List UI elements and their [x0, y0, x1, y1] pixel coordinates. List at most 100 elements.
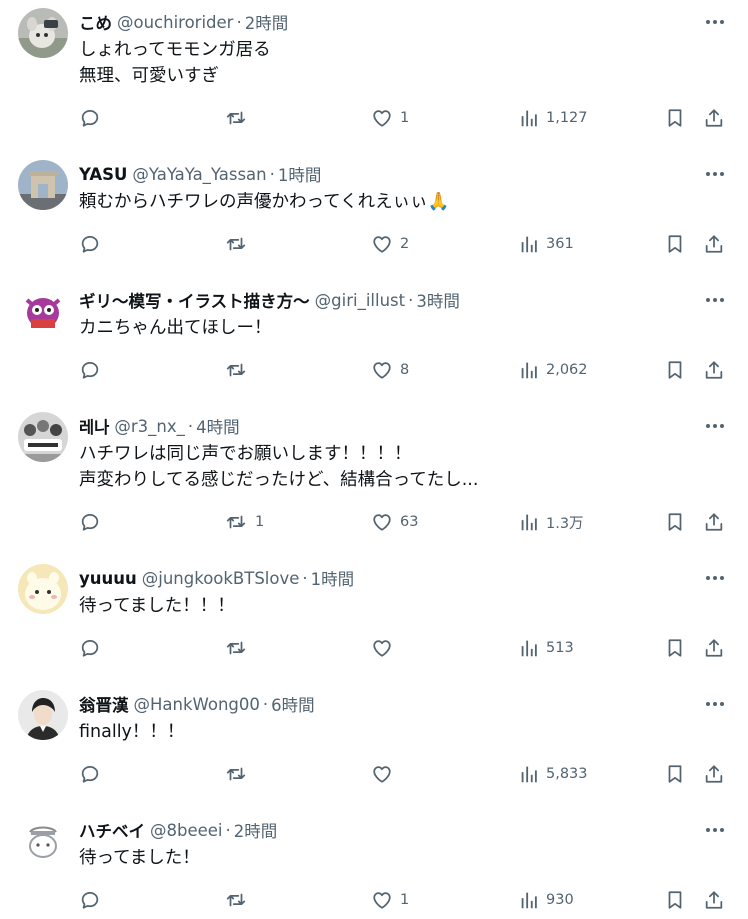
bookmark-button[interactable]	[664, 232, 686, 256]
like-button[interactable]	[371, 762, 400, 786]
reply-icon	[81, 513, 99, 531]
display-name[interactable]: yuuuu	[79, 569, 137, 588]
repost-button[interactable]	[224, 232, 255, 256]
reply-item[interactable]: 翁晋漢 @HankWong00 · 6時間 finally！！！ 5,833	[0, 682, 748, 796]
reply-button[interactable]	[79, 762, 108, 786]
timestamp[interactable]: 2時間	[245, 10, 289, 34]
separator-dot: ·	[408, 290, 414, 310]
share-button[interactable]	[703, 636, 725, 660]
reply-button[interactable]	[79, 232, 108, 256]
share-button[interactable]	[703, 762, 725, 786]
more-button[interactable]	[700, 288, 730, 312]
like-button[interactable]: 2	[371, 232, 409, 256]
repost-button[interactable]	[224, 636, 255, 660]
more-button[interactable]	[700, 818, 730, 842]
display-name[interactable]: ギリ～模写・イラスト描き方～	[79, 288, 310, 312]
timestamp[interactable]: 6時間	[271, 692, 315, 716]
reply-button[interactable]	[79, 888, 108, 912]
reply-item[interactable]: 레나 @r3_nx_ · 4時間 ハチワレは同じ声でお願いします！！！！ 声変わ…	[0, 404, 748, 544]
share-button[interactable]	[703, 888, 725, 912]
reply-header: 翁晋漢 @HankWong00 · 6時間	[79, 692, 315, 716]
display-name[interactable]: YASU	[79, 165, 127, 184]
reply-item[interactable]: こめ @ouchirorider · 2時間 しょれってモモンガ居る 無理、可愛…	[0, 0, 748, 140]
bookmark-button[interactable]	[664, 358, 686, 382]
more-button[interactable]	[700, 566, 730, 590]
repost-button[interactable]: 1	[224, 510, 264, 534]
display-name[interactable]: ハチベイ	[79, 818, 145, 842]
action-bar: 2 361	[0, 232, 748, 256]
more-button[interactable]	[700, 414, 730, 438]
display-name[interactable]: 레나	[79, 414, 109, 438]
views-button[interactable]: 1,127	[519, 106, 588, 130]
repost-button[interactable]	[224, 106, 255, 130]
reply-button[interactable]	[79, 358, 108, 382]
reply-text: finally！！！	[79, 719, 719, 745]
avatar[interactable]	[18, 564, 68, 614]
share-button[interactable]	[703, 232, 725, 256]
views-button[interactable]: 5,833	[519, 762, 588, 786]
reply-icon	[81, 639, 99, 657]
views-button[interactable]: 1.3万	[519, 510, 584, 534]
user-handle[interactable]: @r3_nx_	[114, 417, 185, 436]
bookmark-button[interactable]	[664, 106, 686, 130]
timestamp[interactable]: 1時間	[311, 566, 355, 590]
more-button[interactable]	[700, 162, 730, 186]
user-handle[interactable]: @giri_illust	[315, 291, 405, 310]
views-button[interactable]: 513	[519, 636, 574, 660]
like-button[interactable]: 8	[371, 358, 409, 382]
like-button[interactable]	[371, 636, 400, 660]
avatar[interactable]	[18, 816, 68, 866]
avatar[interactable]	[18, 286, 68, 336]
reply-text-line: 頼むからハチワレの声優かわってくれえぃぃ🙏	[79, 192, 450, 212]
display-name[interactable]: 翁晋漢	[79, 692, 129, 716]
avatar[interactable]	[18, 690, 68, 740]
reply-button[interactable]	[79, 510, 108, 534]
repost-button[interactable]	[224, 358, 255, 382]
display-name[interactable]: こめ	[79, 10, 112, 34]
timestamp[interactable]: 1時間	[278, 162, 322, 186]
share-button[interactable]	[703, 106, 725, 130]
user-handle[interactable]: @jungkookBTSlove	[142, 569, 300, 588]
bookmark-button[interactable]	[664, 510, 686, 534]
reply-text-line: ハチワレは同じ声でお願いします！！！！	[79, 444, 412, 464]
views-button[interactable]: 2,062	[519, 358, 588, 382]
avatar[interactable]	[18, 160, 68, 210]
views-count: 5,833	[546, 766, 588, 782]
like-button[interactable]: 1	[371, 106, 409, 130]
reply-button[interactable]	[79, 106, 108, 130]
bookmark-button[interactable]	[664, 762, 686, 786]
like-count: 8	[400, 362, 410, 378]
reply-item[interactable]: ギリ～模写・イラスト描き方～ @giri_illust · 3時間 カニちゃん出…	[0, 278, 748, 392]
repost-button[interactable]	[224, 888, 255, 912]
share-icon	[705, 109, 723, 127]
share-button[interactable]	[703, 510, 725, 534]
user-handle[interactable]: @8beeei	[150, 821, 223, 840]
avatar[interactable]	[18, 412, 68, 462]
timestamp[interactable]: 4時間	[196, 414, 240, 438]
user-handle[interactable]: @YaYaYa_Yassan	[132, 165, 266, 184]
more-button[interactable]	[700, 692, 730, 716]
repost-button[interactable]	[224, 762, 255, 786]
views-button[interactable]: 361	[519, 232, 574, 256]
timestamp[interactable]: 3時間	[416, 288, 460, 312]
timestamp[interactable]: 2時間	[234, 818, 278, 842]
bookmark-button[interactable]	[664, 636, 686, 660]
bookmark-button[interactable]	[664, 888, 686, 912]
more-icon	[706, 576, 724, 580]
like-button[interactable]: 1	[371, 888, 409, 912]
more-button[interactable]	[700, 10, 730, 34]
user-handle[interactable]: @ouchirorider	[117, 13, 233, 32]
reply-button[interactable]	[79, 636, 108, 660]
share-button[interactable]	[703, 358, 725, 382]
like-icon	[373, 110, 391, 127]
reply-item[interactable]: yuuuu @jungkookBTSlove · 1時間 待ってました！！！ 5…	[0, 556, 748, 670]
like-button[interactable]: 63	[371, 510, 418, 534]
bookmark-icon	[668, 109, 682, 127]
views-button[interactable]: 930	[519, 888, 574, 912]
user-handle[interactable]: @HankWong00	[134, 695, 260, 714]
reply-item[interactable]: YASU @YaYaYa_Yassan · 1時間 頼むからハチワレの声優かわっ…	[0, 152, 748, 266]
like-icon	[373, 640, 391, 657]
sketch-character-avatar	[18, 816, 68, 866]
reply-item[interactable]: ハチベイ @8beeei · 2時間 待ってました！ 1 930	[0, 808, 748, 919]
avatar[interactable]	[18, 8, 68, 58]
